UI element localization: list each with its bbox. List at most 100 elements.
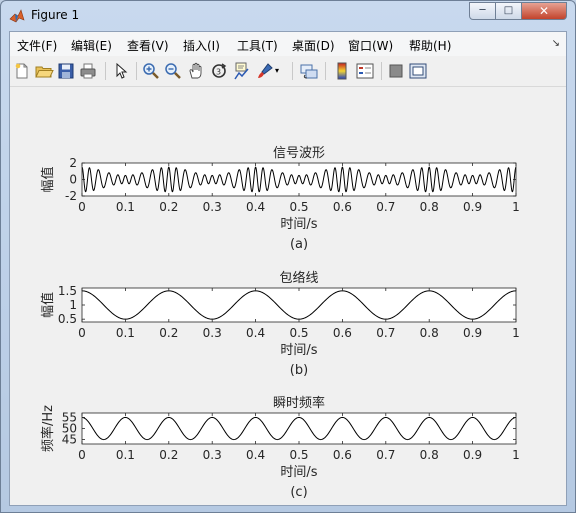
y-axis-label: 频率/Hz bbox=[40, 405, 56, 452]
x-tick-label: 0.1 bbox=[116, 448, 135, 462]
pan-icon[interactable] bbox=[186, 61, 206, 81]
x-tick-label: 0.2 bbox=[159, 448, 178, 462]
x-tick-label: 0.7 bbox=[376, 200, 395, 214]
menu-bar: 文件(F) 编辑(E) 查看(V) 插入(I) 工具(T) 桌面(D) 窗口(W… bbox=[10, 32, 566, 56]
x-tick-label: 0 bbox=[78, 448, 86, 462]
menu-help[interactable]: 帮助(H) bbox=[409, 37, 451, 54]
x-tick-label: 0.8 bbox=[420, 448, 439, 462]
title-bar[interactable]: Figure 1 ─ □ ✕ bbox=[1, 1, 575, 31]
y-tick-label: 1.5 bbox=[58, 284, 77, 298]
menu-file[interactable]: 文件(F) bbox=[17, 37, 57, 54]
open-icon[interactable] bbox=[34, 61, 54, 81]
x-tick-label: 0.4 bbox=[246, 448, 265, 462]
brush-dropdown-icon[interactable]: ▾ bbox=[275, 61, 285, 81]
toolbar-separator bbox=[381, 62, 382, 80]
menu-tools[interactable]: 工具(T) bbox=[237, 37, 278, 54]
colorbar-icon[interactable] bbox=[332, 61, 352, 81]
y-tick-label: 0 bbox=[69, 173, 77, 187]
brush-icon[interactable] bbox=[255, 61, 275, 81]
hide-plot-tools-icon[interactable] bbox=[386, 61, 406, 81]
data-cursor-icon[interactable] bbox=[232, 61, 252, 81]
x-tick-label: 0.3 bbox=[203, 200, 222, 214]
zoom-in-icon[interactable] bbox=[141, 61, 161, 81]
svg-text:3: 3 bbox=[216, 68, 221, 77]
minimize-button[interactable]: ─ bbox=[469, 2, 496, 20]
x-tick-label: 1 bbox=[512, 326, 520, 340]
chart-title: 瞬时频率 bbox=[273, 395, 325, 411]
legend-icon[interactable] bbox=[355, 61, 375, 81]
x-tick-label: 0.3 bbox=[203, 448, 222, 462]
x-tick-label: 1 bbox=[512, 200, 520, 214]
y-tick-label: 55 bbox=[62, 410, 77, 424]
chart-title: 包络线 bbox=[279, 270, 318, 286]
x-tick-label: 0.6 bbox=[333, 200, 352, 214]
x-tick-label: 0.6 bbox=[333, 326, 352, 340]
new-figure-icon[interactable] bbox=[12, 61, 32, 81]
y-axis-label: 幅值 bbox=[40, 166, 56, 192]
print-icon[interactable] bbox=[78, 61, 98, 81]
toolbar: 3 ▾ bbox=[10, 56, 566, 87]
dock-arrow-icon[interactable]: ↘ bbox=[552, 38, 560, 49]
figure-canvas: 0 0.1 0.2 0.3 0.4 0.5 0.6 0.7 0.8 0.9 1 -2 0 2 信号波形 时间/… bbox=[10, 87, 566, 505]
x-tick-label: 1 bbox=[512, 448, 520, 462]
matlab-logo-icon bbox=[9, 9, 25, 23]
x-tick-label: 0.1 bbox=[116, 200, 135, 214]
close-button[interactable]: ✕ bbox=[521, 2, 567, 20]
chart-title: 信号波形 bbox=[273, 146, 325, 161]
maximize-icon: □ bbox=[503, 5, 514, 16]
x-tick-label: 0.5 bbox=[289, 326, 308, 340]
maximize-button[interactable]: □ bbox=[495, 2, 522, 20]
y-tick-label: 1 bbox=[69, 298, 77, 312]
zoom-out-icon[interactable] bbox=[163, 61, 183, 81]
y-tick-label: -2 bbox=[65, 189, 77, 203]
show-plot-tools-icon[interactable] bbox=[408, 61, 428, 81]
toolbar-separator bbox=[325, 62, 326, 80]
x-axis-label: 时间/s bbox=[280, 217, 317, 232]
x-axis-label: 时间/s bbox=[280, 343, 317, 358]
pointer-icon[interactable] bbox=[111, 61, 131, 81]
x-tick-label: 0.9 bbox=[463, 200, 482, 214]
y-axis-label: 幅值 bbox=[40, 292, 56, 318]
menu-window[interactable]: 窗口(W) bbox=[348, 37, 393, 54]
y-tick-label: 2 bbox=[69, 156, 77, 170]
x-tick-label: 0 bbox=[78, 326, 86, 340]
figure-window: Figure 1 ─ □ ✕ 文件(F) 编辑(E) 查看(V) 插入(I) 工… bbox=[0, 0, 576, 513]
toolbar-separator bbox=[292, 62, 293, 80]
x-tick-label: 0.5 bbox=[289, 448, 308, 462]
x-tick-label: 0.4 bbox=[246, 200, 265, 214]
plot-background bbox=[82, 163, 516, 196]
x-tick-label: 0.1 bbox=[116, 326, 135, 340]
axes-1: 0 0.1 0.2 0.3 0.4 0.5 0.6 0.7 0.8 0.9 10.511.5包络线时… bbox=[40, 270, 520, 378]
menu-view[interactable]: 查看(V) bbox=[127, 37, 169, 54]
x-tick-label: 0.7 bbox=[376, 326, 395, 340]
save-icon[interactable] bbox=[56, 61, 76, 81]
rotate-icon[interactable]: 3 bbox=[209, 61, 229, 81]
menu-edit[interactable]: 编辑(E) bbox=[71, 37, 112, 54]
figure-client-area: 文件(F) 编辑(E) 查看(V) 插入(I) 工具(T) 桌面(D) 窗口(W… bbox=[9, 31, 567, 506]
x-tick-label: 0.8 bbox=[420, 200, 439, 214]
x-tick-label: 0.5 bbox=[289, 200, 308, 214]
x-tick-label: 0.3 bbox=[203, 326, 222, 340]
menu-desktop[interactable]: 桌面(D) bbox=[292, 37, 335, 54]
minimize-icon: ─ bbox=[479, 5, 486, 16]
x-axis-label: 时间/s bbox=[280, 465, 317, 480]
toolbar-separator bbox=[105, 62, 106, 80]
close-icon: ✕ bbox=[538, 4, 550, 18]
plots-svg: 0 0.1 0.2 0.3 0.4 0.5 0.6 0.7 0.8 0.9 1-202信号波形时间/… bbox=[40, 146, 520, 500]
window-title: Figure 1 bbox=[31, 8, 80, 22]
axes-2: 0 0.1 0.2 0.3 0.4 0.5 0.6 0.7 0.8 0.9 1455055瞬时频率时… bbox=[40, 395, 520, 500]
subplot-caption: (c) bbox=[290, 485, 307, 500]
subplot-caption: (a) bbox=[290, 237, 308, 252]
x-tick-label: 0.9 bbox=[463, 326, 482, 340]
toolbar-separator bbox=[136, 62, 137, 80]
axes-0: 0 0.1 0.2 0.3 0.4 0.5 0.6 0.7 0.8 0.9 1-202信号波形时间/… bbox=[40, 146, 520, 252]
x-tick-label: 0.2 bbox=[159, 200, 178, 214]
x-tick-label: 0.4 bbox=[246, 326, 265, 340]
menu-insert[interactable]: 插入(I) bbox=[183, 37, 220, 54]
x-tick-label: 0.9 bbox=[463, 448, 482, 462]
link-icon[interactable] bbox=[299, 61, 319, 81]
x-tick-label: 0.6 bbox=[333, 448, 352, 462]
x-tick-label: 0 bbox=[78, 200, 86, 214]
x-tick-label: 0.7 bbox=[376, 448, 395, 462]
x-tick-label: 0.8 bbox=[420, 326, 439, 340]
